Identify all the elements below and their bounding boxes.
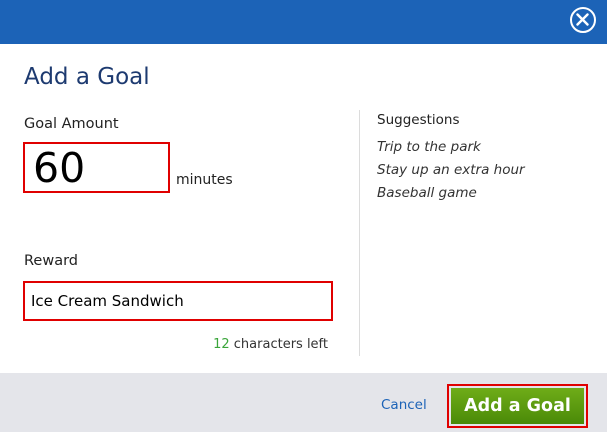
add-goal-button[interactable]: Add a Goal <box>447 384 588 428</box>
column-divider <box>359 110 360 356</box>
suggestion-item[interactable]: Trip to the park <box>377 138 525 161</box>
goal-amount-unit: minutes <box>176 172 233 188</box>
reward-input[interactable] <box>23 281 333 321</box>
suggestions-list: Trip to the park Stay up an extra hour B… <box>377 138 525 207</box>
goal-amount-input[interactable] <box>23 142 170 193</box>
close-icon[interactable] <box>570 7 596 33</box>
characters-left-text: characters left <box>233 337 328 352</box>
suggestion-item[interactable]: Baseball game <box>377 184 525 207</box>
suggestions-title: Suggestions <box>377 112 460 128</box>
goal-amount-label: Goal Amount <box>24 116 119 132</box>
dialog-header-bar <box>0 0 607 44</box>
characters-left-count: 12 <box>213 337 230 352</box>
characters-left-counter: 12 characters left <box>213 337 328 352</box>
dialog-title: Add a Goal <box>24 64 150 90</box>
suggestion-item[interactable]: Stay up an extra hour <box>377 161 525 184</box>
reward-label: Reward <box>24 253 78 269</box>
add-goal-button-label: Add a Goal <box>451 388 584 424</box>
cancel-button[interactable]: Cancel <box>381 397 427 413</box>
